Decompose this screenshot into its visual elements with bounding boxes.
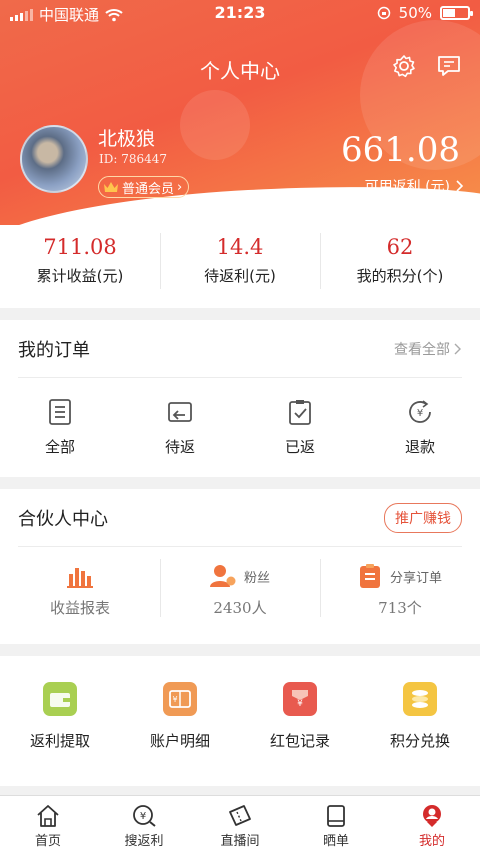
orders-card: 我的订单 查看全部 全部 待返 已返 ¥ 退款 [0,320,480,477]
stat-label: 待返利(元) [204,267,276,285]
stat-value: 62 [386,235,414,259]
partner-card: 合伙人中心 推广赚钱 收益报表 粉丝 2430人 分享订单 713个 [0,489,480,644]
tab-label: 首页 [34,834,61,849]
clipboard-list-icon [49,399,71,425]
battery-icon [440,6,473,20]
promote-button[interactable]: 推广赚钱 [384,502,462,533]
fans-icon [209,565,236,587]
ticket-icon [229,805,251,826]
tool-rebate-withdraw[interactable]: 返利提取 [0,656,120,751]
crown-icon [104,182,118,192]
order-tab-refund[interactable]: ¥ 退款 [360,378,480,457]
yen-refund-icon: ¥ [409,400,431,423]
stat-value: 14.4 [216,235,264,259]
tab-search-rebate[interactable]: ¥ 搜返利 [96,796,192,854]
tab-label: 我的 [418,834,445,849]
chevron-right-icon: › [177,179,183,195]
stat-pending-rebate[interactable]: 14.4 待返利(元) [160,225,320,308]
partner-title: 合伙人中心 [18,508,108,530]
chevron-right-icon [456,180,464,192]
stat-total-earnings[interactable]: 711.08 累计收益(元) [0,225,160,308]
tab-show-orders[interactable]: 晒单 [288,796,384,854]
fans-count: 2430人 [213,599,267,617]
tab-label: 直播间 [220,834,260,849]
message-icon[interactable] [436,53,462,79]
user-id: ID: 786447 [99,152,168,166]
tab-mine[interactable]: 我的 [384,796,480,854]
tab-label: 搜返利 [124,834,164,849]
shared-orders-stat[interactable]: 分享订单 713个 [320,547,480,647]
stat-label: 我的积分(个) [356,267,444,285]
battery-percent: 50% [398,4,432,22]
partner-item-label: 收益报表 [49,599,110,617]
tab-label: 晒单 [322,834,349,849]
coins-icon [403,682,437,716]
tool-label: 返利提取 [29,732,90,750]
svg-text:¥: ¥ [140,811,146,822]
bar-chart-icon [67,568,93,588]
clipboard-check-icon [289,400,311,425]
fans-title: 粉丝 [243,570,270,586]
balance-label: 可用返利 (元) [364,179,450,195]
chevron-right-icon [454,343,461,354]
stat-points[interactable]: 62 我的积分(个) [320,225,480,308]
order-tab-label: 全部 [44,438,75,456]
status-bar: 中国联通 21:23 50% [0,0,480,28]
fans-stat[interactable]: 粉丝 2430人 [160,547,320,647]
orders-title: 我的订单 [18,339,90,361]
tab-home[interactable]: 首页 [0,796,96,854]
order-tab-label: 待返 [164,438,195,456]
profile-header: 中国联通 21:23 50% 个人中心 北极狼 ID: 786447 普通会员 … [0,0,480,225]
tool-label: 账户明细 [149,732,210,750]
svg-text:¥: ¥ [417,408,423,419]
share-order-icon [359,564,380,588]
tool-red-envelope[interactable]: ¥ 红包记录 [240,656,360,751]
red-envelope-icon: ¥ [283,682,317,716]
shared-orders-count: 713个 [378,599,422,617]
tool-account-details[interactable]: ¥ 账户明细 [120,656,240,751]
username: 北极狼 [98,128,156,150]
ledger-icon: ¥ [163,682,197,716]
balance-amount: 661.08 [341,130,460,170]
profile-icon [423,805,441,827]
member-level: 普通会员 [122,181,175,197]
earnings-report[interactable]: 收益报表 [0,547,160,647]
avatar[interactable] [20,125,88,193]
gear-icon[interactable] [391,53,417,79]
order-tab-all[interactable]: 全部 [0,378,120,457]
balance-link[interactable]: 可用返利 (元) [365,176,464,196]
svg-text:¥: ¥ [172,695,177,704]
tool-points-exchange[interactable]: 积分兑换 [360,656,480,751]
see-all-label: 查看全部 [394,341,450,358]
tab-live-room[interactable]: 直播间 [192,796,288,854]
book-icon [327,805,345,827]
order-tab-label: 退款 [404,438,435,456]
shared-orders-title: 分享订单 [389,570,442,586]
rotation-lock-icon [377,6,390,20]
yen-search-icon: ¥ [133,805,156,827]
bottom-tab-bar: 首页 ¥ 搜返利 直播间 晒单 我的 [0,795,480,854]
order-tab-returned[interactable]: 已返 [240,378,360,457]
stat-value: 711.08 [43,235,117,259]
return-arrow-icon [168,402,192,422]
wallet-icon [43,682,77,716]
tools-card: 返利提取 ¥ 账户明细 ¥ 红包记录 积分兑换 [0,656,480,786]
decor-bubble [180,90,250,160]
order-tab-pending[interactable]: 待返 [120,378,240,457]
see-all-orders-link[interactable]: 查看全部 [394,339,462,359]
tool-label: 红包记录 [269,732,330,750]
tool-label: 积分兑换 [389,732,450,750]
stat-label: 累计收益(元) [36,267,124,285]
stats-row: 711.08 累计收益(元) 14.4 待返利(元) 62 我的积分(个) [0,225,480,308]
order-tab-label: 已返 [284,438,315,456]
home-icon [37,805,59,827]
svg-text:¥: ¥ [297,699,303,709]
member-badge[interactable]: 普通会员 › [98,176,190,198]
